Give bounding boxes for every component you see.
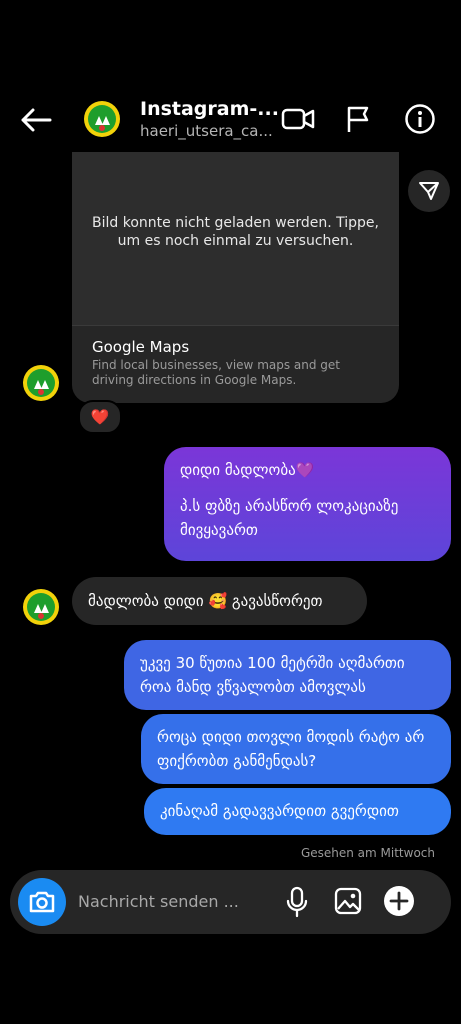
video-camera-icon[interactable] [280, 104, 316, 134]
avatar[interactable] [84, 101, 120, 137]
tree-logo-icon [94, 115, 110, 131]
sent-message[interactable]: დიდი მადლობა💜 პ.ს ფბზე არასწორ ლოკაციაზე… [164, 447, 451, 561]
link-preview-card[interactable]: Bild konnte nicht geladen werden. Tippe,… [72, 152, 399, 403]
link-preview-image[interactable]: Bild konnte nicht geladen werden. Tippe,… [72, 152, 399, 326]
message-text: მადლობა დიდი 🥰 გავასწორეთ [88, 592, 323, 610]
sender-avatar[interactable] [23, 589, 59, 625]
sent-message[interactable]: როცა დიდი თოვლი მოდის რატო არ ფიქრობთ გა… [141, 714, 451, 784]
message-text: პ.ს ფბზე არასწორ ლოკაციაზე მივყავართ [180, 497, 399, 539]
tree-logo-icon [33, 603, 49, 619]
gallery-icon[interactable] [332, 885, 364, 917]
flag-icon[interactable] [344, 104, 374, 134]
share-icon[interactable] [408, 170, 450, 212]
tree-logo-icon [33, 379, 49, 395]
chat-title[interactable]: Instagram-... [140, 98, 279, 120]
message-text: უკვე 30 წუთია 100 მეტრში აღმართი როა მან… [140, 654, 405, 696]
seen-status: Gesehen am Mittwoch [300, 846, 435, 860]
info-icon[interactable] [403, 102, 437, 136]
camera-icon[interactable] [18, 878, 66, 926]
message-text: დიდი მადლობა💜 [180, 461, 315, 479]
sender-avatar[interactable] [23, 365, 59, 401]
message-input[interactable]: Nachricht senden ... [78, 892, 239, 911]
heart-reaction[interactable]: ❤️ [78, 400, 122, 434]
heart-icon: ❤️ [90, 407, 110, 426]
plus-icon[interactable] [383, 885, 415, 917]
sent-message[interactable]: კინაღამ გადავვარდით გვერდით [144, 788, 451, 835]
back-arrow-icon[interactable] [18, 104, 54, 136]
sent-message[interactable]: უკვე 30 წუთია 100 მეტრში აღმართი როა მან… [124, 640, 451, 710]
link-description: Find local businesses, view maps and get… [92, 358, 341, 387]
message-text: როცა დიდი თოვლი მოდის რატო არ ფიქრობთ გა… [157, 728, 425, 770]
message-text: კინაღამ გადავვარდით გვერდით [160, 802, 399, 820]
chat-username[interactable]: haeri_utsera_ca... [140, 122, 273, 140]
image-error-text: Bild konnte nicht geladen werden. Tippe,… [92, 215, 379, 249]
received-message[interactable]: მადლობა დიდი 🥰 გავასწორეთ [72, 577, 367, 625]
microphone-icon[interactable] [282, 884, 312, 920]
link-title: Google Maps [92, 338, 190, 356]
